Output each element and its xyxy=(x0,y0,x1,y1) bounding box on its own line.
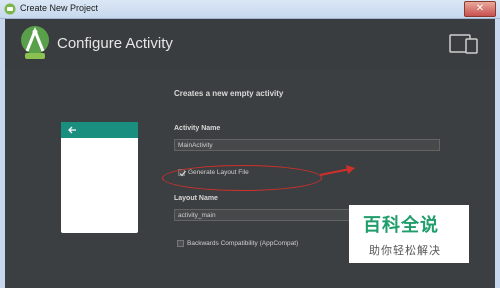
highlight-ellipse xyxy=(162,165,322,191)
backwards-compat-label: Backwards Compatibility (AppCompat) xyxy=(187,240,299,247)
preview-toolbar xyxy=(61,122,138,138)
red-arrow-icon xyxy=(319,165,355,176)
watermark-badge: 百科全说 助你轻松解决 xyxy=(349,205,469,263)
layout-name-input[interactable]: activity_main xyxy=(174,209,354,221)
activity-description: Creates a new empty activity xyxy=(174,89,284,98)
header: Configure Activity xyxy=(5,19,495,69)
activity-preview xyxy=(61,122,138,233)
close-icon: ✕ xyxy=(475,3,485,14)
page-title: Configure Activity xyxy=(57,35,173,52)
window-title: Create New Project xyxy=(20,3,99,13)
window-frame-right xyxy=(495,19,500,288)
android-icon xyxy=(4,3,16,15)
watermark-subtitle: 助你轻松解决 xyxy=(369,245,441,257)
backwards-compat-checkbox[interactable] xyxy=(177,240,184,247)
watermark-title: 百科全说 xyxy=(363,215,439,235)
back-arrow-icon xyxy=(68,126,76,134)
layout-name-label: Layout Name xyxy=(174,195,218,202)
device-icon[interactable] xyxy=(449,34,479,54)
activity-name-label: Activity Name xyxy=(174,125,221,132)
dialog-window: Create New Project ✕ Configure Activity xyxy=(0,0,500,288)
title-bar: Create New Project ✕ xyxy=(0,0,500,19)
activity-name-input[interactable]: MainActivity xyxy=(174,139,440,151)
android-studio-logo-icon xyxy=(21,26,49,59)
close-button[interactable]: ✕ xyxy=(464,1,496,17)
